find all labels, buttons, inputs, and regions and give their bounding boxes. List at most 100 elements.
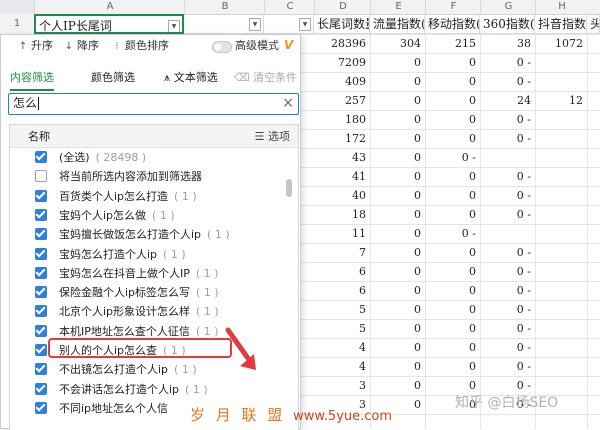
row-number-1[interactable]: 1 bbox=[0, 14, 35, 34]
item-checkbox[interactable] bbox=[35, 382, 47, 395]
item-checkbox[interactable] bbox=[35, 324, 47, 337]
options-button[interactable]: ☰ 选项 bbox=[255, 128, 290, 144]
data-cell[interactable]: 0 bbox=[370, 300, 421, 319]
column-header-f[interactable]: F bbox=[425, 0, 481, 14]
data-cell[interactable]: 41 bbox=[314, 167, 366, 186]
data-cell[interactable]: 0 bbox=[425, 186, 476, 205]
item-checkbox[interactable] bbox=[35, 189, 47, 202]
cell-h1[interactable]: 抖音指数( bbox=[535, 14, 587, 34]
filter-search-input[interactable]: 怎么 × bbox=[8, 93, 299, 115]
sort-descending-button[interactable]: ↓ 降序 bbox=[63, 38, 99, 54]
filter-list-item[interactable]: 百货类个人ip怎么打造 ( 1 ) bbox=[10, 187, 290, 206]
data-cell[interactable]: 0 bbox=[370, 262, 421, 281]
data-cell[interactable]: 0 - bbox=[480, 186, 531, 205]
data-cell[interactable]: 0 bbox=[425, 338, 476, 357]
data-cell[interactable] bbox=[535, 129, 583, 148]
data-cell[interactable] bbox=[535, 72, 583, 91]
data-cell[interactable] bbox=[535, 167, 583, 186]
filter-list-item[interactable]: 北京个人ip形象设计怎么样 ( 1 ) bbox=[10, 302, 290, 321]
data-cell[interactable]: 0 - bbox=[480, 319, 531, 338]
column-header-e[interactable]: E bbox=[370, 0, 426, 14]
data-cell[interactable]: 0 - bbox=[480, 281, 531, 300]
filter-list-item[interactable]: 宝妈擅长做饭怎么打造个人ip ( 1 ) bbox=[10, 225, 290, 244]
data-cell[interactable]: 40 bbox=[314, 186, 366, 205]
data-cell[interactable] bbox=[535, 357, 583, 376]
filter-list-item[interactable]: (全选) ( 28498 ) bbox=[10, 148, 290, 167]
select-all-corner[interactable] bbox=[0, 0, 34, 14]
data-cell[interactable]: 0 bbox=[425, 262, 476, 281]
advanced-mode-toggle[interactable] bbox=[212, 41, 232, 53]
filter-list-item[interactable]: 将当前所选内容添加到筛选器 bbox=[10, 167, 290, 186]
column-header-g[interactable]: G bbox=[480, 0, 536, 14]
cell-e1[interactable]: 流量指数( bbox=[370, 14, 425, 34]
item-checkbox[interactable] bbox=[35, 247, 47, 260]
clear-search-icon[interactable]: × bbox=[282, 95, 294, 112]
item-checkbox[interactable] bbox=[35, 363, 47, 376]
data-cell[interactable]: 0 bbox=[370, 110, 421, 129]
data-cell[interactable]: 0 bbox=[425, 243, 476, 262]
data-cell[interactable]: 0 bbox=[425, 72, 476, 91]
cell-i1[interactable]: 头 bbox=[587, 14, 600, 34]
data-cell[interactable] bbox=[535, 186, 583, 205]
data-cell[interactable]: 172 bbox=[314, 129, 366, 148]
data-cell[interactable]: 0 bbox=[370, 319, 421, 338]
data-cell[interactable]: 6 bbox=[314, 262, 366, 281]
data-cell[interactable]: 0 bbox=[425, 281, 476, 300]
filter-list-item[interactable]: 不会讲话怎么打造个人ip ( 1 ) bbox=[10, 380, 290, 399]
data-cell[interactable] bbox=[535, 243, 583, 262]
item-checkbox[interactable] bbox=[35, 401, 47, 414]
data-cell[interactable] bbox=[535, 300, 583, 319]
data-cell[interactable]: 0 bbox=[370, 376, 421, 395]
data-cell[interactable]: 180 bbox=[314, 110, 366, 129]
data-cell[interactable]: 0 - bbox=[480, 167, 531, 186]
data-cell[interactable] bbox=[535, 53, 583, 72]
data-cell[interactable]: 0 bbox=[370, 91, 421, 110]
data-cell[interactable]: 0 - bbox=[480, 110, 531, 129]
data-cell[interactable]: 215 bbox=[425, 34, 476, 53]
data-cell[interactable] bbox=[535, 281, 583, 300]
tab-content-filter[interactable]: 内容筛选 bbox=[10, 69, 54, 91]
data-cell[interactable]: 409 bbox=[314, 72, 366, 91]
data-cell[interactable]: 0 - bbox=[480, 129, 531, 148]
data-cell[interactable] bbox=[480, 148, 531, 167]
data-cell[interactable]: 0 - bbox=[480, 338, 531, 357]
column-header-b[interactable]: B bbox=[184, 0, 265, 14]
data-cell[interactable]: 257 bbox=[314, 91, 366, 110]
item-checkbox[interactable] bbox=[35, 344, 47, 356]
data-cell[interactable]: 18 bbox=[314, 205, 366, 224]
item-checkbox[interactable] bbox=[35, 286, 47, 299]
data-cell[interactable]: 0 bbox=[370, 129, 421, 148]
data-cell[interactable]: 3 bbox=[314, 376, 366, 395]
filter-list-item[interactable]: 宝妈怎么打造个人ip ( 1 ) bbox=[10, 245, 290, 264]
data-cell[interactable]: 5 bbox=[314, 319, 366, 338]
data-cell[interactable] bbox=[535, 224, 583, 243]
cell-f1[interactable]: 移动指数( bbox=[425, 14, 480, 34]
data-cell[interactable]: 0 bbox=[425, 91, 476, 110]
data-cell[interactable]: 5 bbox=[314, 300, 366, 319]
data-cell[interactable]: 0 - bbox=[480, 243, 531, 262]
data-cell[interactable] bbox=[480, 224, 531, 243]
data-cell[interactable]: 0 bbox=[370, 338, 421, 357]
data-cell[interactable]: 0 bbox=[425, 205, 476, 224]
data-cell[interactable]: 0 - bbox=[480, 300, 531, 319]
filter-list-item[interactable]: 宝妈怎么在抖音上做个人IP ( 1 ) bbox=[10, 264, 290, 283]
cell-d1[interactable]: 长尾词数量 bbox=[314, 14, 370, 34]
cell-b1[interactable]: ▼ bbox=[184, 14, 264, 34]
data-cell[interactable]: 0 - bbox=[480, 72, 531, 91]
item-checkbox[interactable] bbox=[35, 305, 47, 318]
data-cell[interactable]: 0 - bbox=[480, 262, 531, 281]
item-checkbox[interactable] bbox=[35, 266, 47, 279]
data-cell[interactable]: 7 bbox=[314, 243, 366, 262]
column-header-c[interactable]: C bbox=[264, 0, 315, 14]
data-cell[interactable]: 0 bbox=[370, 243, 421, 262]
data-cell[interactable]: 11 bbox=[314, 224, 366, 243]
item-checkbox[interactable] bbox=[35, 228, 47, 241]
data-cell[interactable]: 28396 bbox=[314, 34, 366, 53]
item-checkbox[interactable] bbox=[35, 151, 47, 163]
data-cell[interactable]: 0 bbox=[370, 72, 421, 91]
data-cell[interactable]: 0 bbox=[425, 110, 476, 129]
data-cell[interactable]: 0 bbox=[370, 148, 421, 167]
data-cell[interactable]: 0 - bbox=[425, 224, 476, 243]
column-header-h[interactable]: H bbox=[535, 0, 588, 14]
data-cell[interactable]: 0 - bbox=[480, 53, 531, 72]
